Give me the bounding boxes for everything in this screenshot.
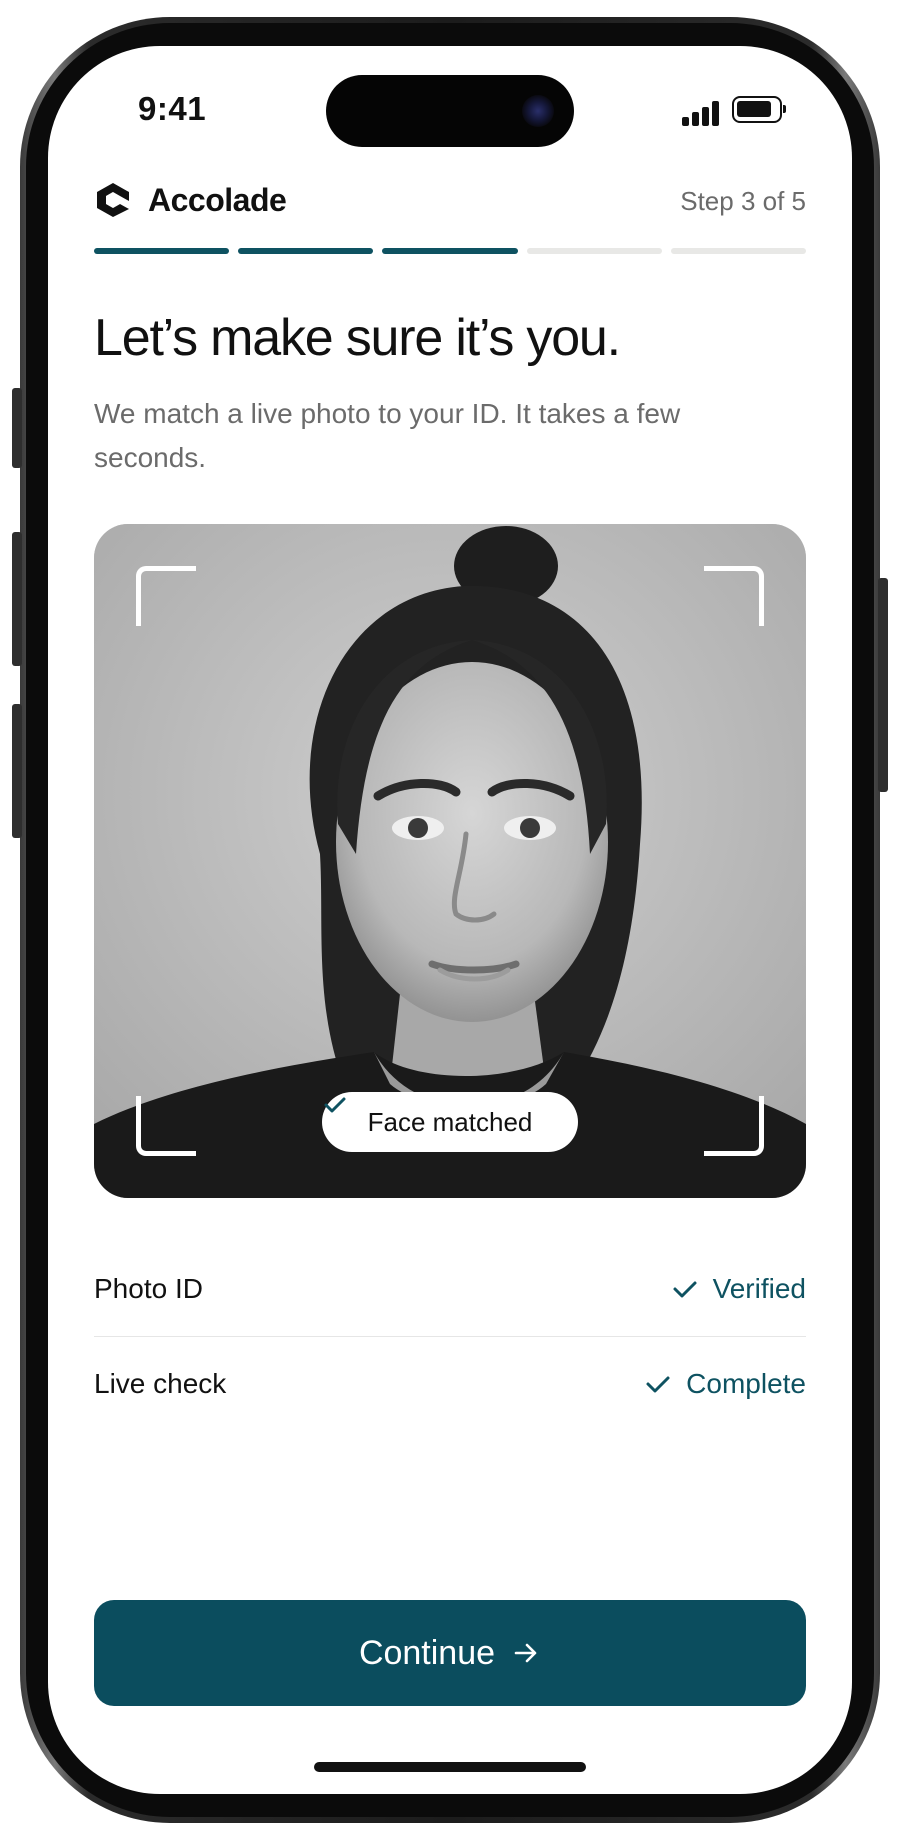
scan-frame-corner-bottom-right xyxy=(704,1096,764,1156)
continue-button-label: Continue xyxy=(358,1633,496,1672)
scan-frame-corner-top-right xyxy=(704,566,764,626)
arrow-right-icon xyxy=(514,1643,537,1663)
check-label: Live check xyxy=(94,1367,227,1399)
check-row-live-check: Live check Complete xyxy=(94,1336,806,1430)
front-camera xyxy=(522,95,554,127)
progress-bar xyxy=(94,248,807,254)
checkmark-icon xyxy=(324,1097,346,1113)
volume-down-button xyxy=(12,704,22,838)
page-title: Let’s make sure it’s you. xyxy=(94,309,621,367)
checkmark-icon xyxy=(646,1376,670,1392)
check-label: Photo ID xyxy=(94,1273,203,1304)
power-button xyxy=(878,578,888,792)
check-status-label: Complete xyxy=(686,1367,806,1399)
checkmark-icon xyxy=(673,1281,697,1298)
face-matched-badge: Face matched xyxy=(322,1092,578,1152)
accolade-logo-icon xyxy=(97,183,129,217)
face-matched-label: Face matched xyxy=(367,1106,533,1137)
progress-segment xyxy=(382,248,518,254)
check-row-photo-id: Photo ID Verified xyxy=(94,1242,806,1336)
continue-button[interactable]: Continue xyxy=(94,1600,806,1706)
screen: 9:41 Accolade Step 3 of 5 Let’s make sur… xyxy=(48,46,852,1794)
check-status: Complete xyxy=(644,1368,806,1400)
dynamic-island xyxy=(326,75,574,147)
volume-up-button xyxy=(12,532,22,666)
check-status-label: Verified xyxy=(712,1273,806,1304)
progress-segment xyxy=(670,248,807,254)
progress-segment xyxy=(238,248,374,254)
scan-frame-corner-bottom-left xyxy=(136,1096,196,1156)
brand: Accolade xyxy=(94,180,287,220)
action-button xyxy=(12,388,22,468)
progress-segment xyxy=(94,248,230,254)
battery-icon xyxy=(732,96,786,123)
verification-list: Photo ID Verified Live check Complete xyxy=(94,1242,806,1430)
check-status: Verified xyxy=(671,1273,806,1305)
brand-name: Accolade xyxy=(148,181,287,218)
step-indicator: Step 3 of 5 xyxy=(680,186,806,216)
face-capture-photo: Face matched xyxy=(94,524,806,1198)
page-subtitle: We match a live photo to your ID. It tak… xyxy=(94,398,681,473)
progress-segment xyxy=(526,248,662,254)
cellular-signal-icon xyxy=(682,100,720,126)
status-time: 9:41 xyxy=(138,90,207,127)
home-indicator[interactable] xyxy=(314,1762,586,1772)
scan-frame-corner-top-left xyxy=(136,566,196,626)
